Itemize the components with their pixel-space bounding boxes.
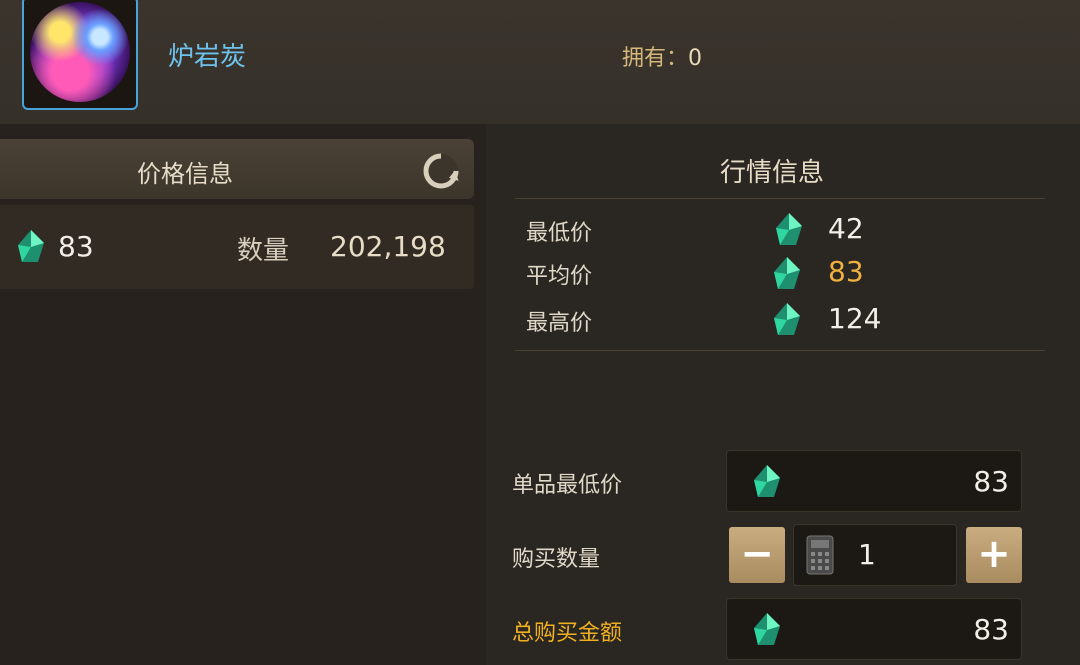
market-title: 行情信息 bbox=[720, 158, 825, 188]
total-price-value: 83 bbox=[973, 613, 1009, 646]
gem-icon bbox=[18, 230, 44, 262]
total-price-label: 总购买金额 bbox=[512, 621, 623, 646]
gem-icon bbox=[754, 613, 780, 645]
owned-count: 拥有：0 bbox=[622, 40, 702, 72]
market-divider-top bbox=[515, 198, 1045, 199]
stat-value-min: 42 bbox=[828, 212, 864, 245]
refresh-icon[interactable] bbox=[420, 150, 462, 192]
purchase-qty-value: 1 bbox=[858, 538, 876, 571]
gem-icon bbox=[774, 303, 800, 335]
stat-value-avg: 83 bbox=[828, 255, 864, 288]
market-divider-bottom bbox=[515, 350, 1045, 351]
listing-qty-label: 数量 bbox=[237, 236, 290, 266]
price-header: 价格信息 bbox=[0, 139, 474, 199]
stat-value-max: 124 bbox=[828, 302, 882, 335]
item-header bbox=[0, 0, 1080, 124]
owned-value: 0 bbox=[688, 46, 703, 71]
decrease-qty-button[interactable]: − bbox=[729, 527, 785, 583]
listing-qty: 202,198 bbox=[330, 230, 446, 263]
gem-icon bbox=[776, 213, 802, 245]
stat-label-min: 最低价 bbox=[526, 221, 593, 246]
price-header-title: 价格信息 bbox=[137, 160, 233, 188]
stat-label-avg: 平均价 bbox=[526, 264, 593, 289]
calculator-icon[interactable] bbox=[806, 535, 834, 575]
stat-label-max: 最高价 bbox=[526, 311, 593, 336]
owned-label: 拥有： bbox=[622, 46, 689, 71]
unit-price-label: 单品最低价 bbox=[512, 473, 623, 498]
unit-price-value: 83 bbox=[973, 465, 1009, 498]
gem-icon bbox=[754, 465, 780, 497]
purchase-qty-label: 购买数量 bbox=[512, 547, 601, 572]
orb-icon bbox=[30, 2, 130, 102]
listing-price: 83 bbox=[58, 230, 94, 263]
item-icon-frame[interactable] bbox=[22, 0, 138, 110]
item-name: 炉岩炭 bbox=[168, 42, 247, 72]
increase-qty-button[interactable]: + bbox=[966, 527, 1022, 583]
gem-icon bbox=[774, 257, 800, 289]
